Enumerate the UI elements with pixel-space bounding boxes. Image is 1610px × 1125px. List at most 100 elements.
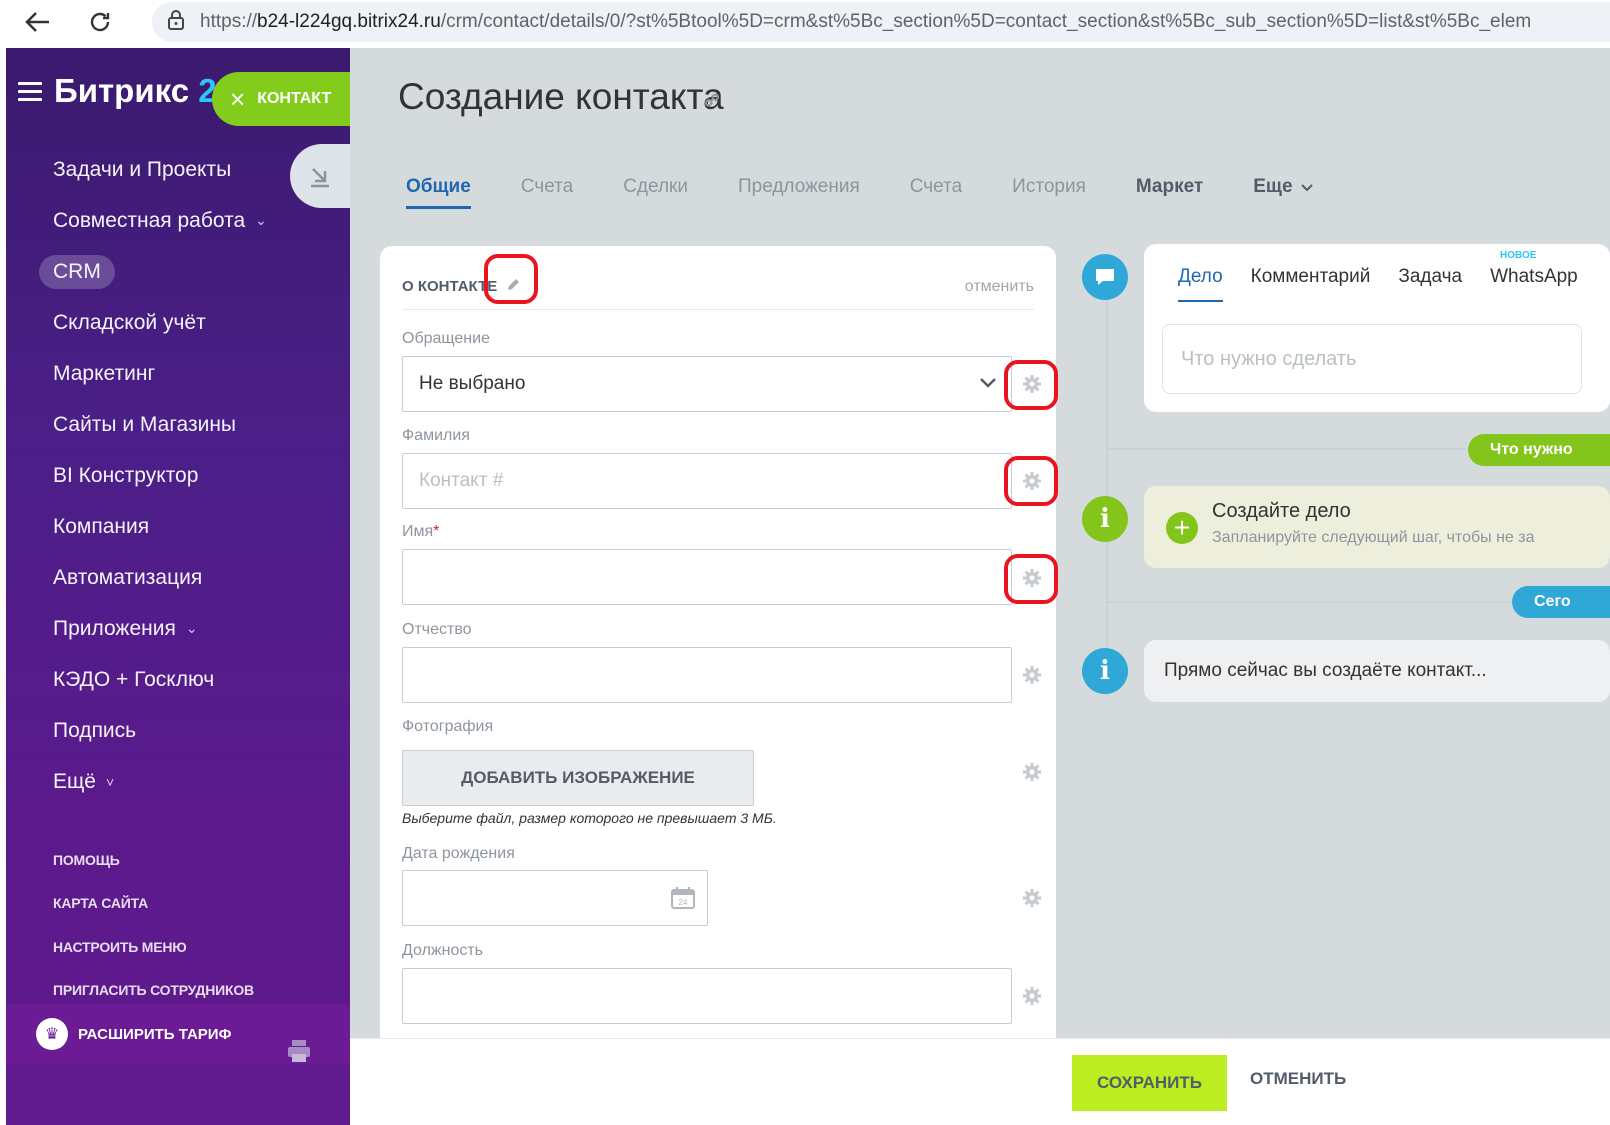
sidebar-item-label: BI Конструктор xyxy=(53,463,199,487)
file-size-hint: Выберите файл, размер которого не превыш… xyxy=(402,810,777,826)
activity-editor: Дело Комментарий Задача WhatsApp НОВОЕ Что … xyxy=(1144,244,1610,412)
create-todo-card[interactable]: + Создайте дело Запланируйте следующий ш… xyxy=(1144,486,1610,568)
calendar-icon[interactable]: 24 xyxy=(671,887,695,914)
detail-tab[interactable]: Счета xyxy=(521,176,573,209)
first-name-input[interactable] xyxy=(402,549,1012,605)
contact-slider-tab[interactable]: × КОНТАКТ xyxy=(212,72,358,126)
browser-toolbar: https://b24-l224gq.bitrix24.ru/crm/conta… xyxy=(0,0,1610,44)
position-input[interactable] xyxy=(402,968,1012,1024)
activity-tab[interactable]: Задача xyxy=(1398,266,1462,302)
sidebar-secondary-link[interactable]: НАСТРОИТЬ МЕНЮ xyxy=(53,925,254,969)
todo-subtitle: Запланируйте следующий шаг, чтобы не за xyxy=(1212,529,1535,546)
middle-name-label: Отчество xyxy=(402,621,472,638)
detail-tab[interactable]: Счета xyxy=(910,176,962,209)
todo-stage-badge: Что нужно xyxy=(1468,434,1610,466)
last-name-input[interactable]: Контакт # xyxy=(402,453,1012,509)
sidebar-item-label: Задачи и Проекты xyxy=(53,157,232,181)
sidebar-secondary-link[interactable]: КАРТА САЙТА xyxy=(53,882,254,926)
detail-tab[interactable]: Маркет xyxy=(1136,176,1203,209)
back-arrow-icon[interactable] xyxy=(18,2,58,42)
highlight-ring xyxy=(484,254,538,304)
detail-tab[interactable]: Сделки xyxy=(623,176,688,209)
chevron-down-icon xyxy=(1300,180,1313,195)
sidebar-item[interactable]: КЭДО + Госключ xyxy=(6,654,350,705)
plus-icon[interactable]: + xyxy=(1166,512,1198,544)
timeline-line xyxy=(1106,276,1108,696)
birthdate-input[interactable]: 24 xyxy=(402,870,708,926)
url-text: https://b24-l224gq.bitrix24.ru/crm/conta… xyxy=(200,11,1532,32)
detail-tab[interactable]: Общие xyxy=(406,176,471,209)
contact-form-card: О КОНТАКТЕ отменить Обращение Не выбрано… xyxy=(380,246,1058,1046)
activity-tab[interactable]: Дело xyxy=(1178,266,1223,302)
todo-input[interactable]: Что нужно сделать xyxy=(1162,324,1582,394)
crown-icon: ♛ xyxy=(36,1018,68,1050)
activity-tab[interactable]: Комментарий xyxy=(1251,266,1371,302)
photo-label: Фотография xyxy=(402,718,494,735)
sidebar-item[interactable]: Складской учёт xyxy=(6,297,350,348)
left-sidebar: Битрикс 2 × КОНТАКТ Задачи и Проекты Совм… xyxy=(6,48,358,1125)
svg-text:24: 24 xyxy=(679,898,688,907)
sidebar-item[interactable]: Задачи и Проекты xyxy=(6,144,350,195)
sidebar-item-label: Совместная работа xyxy=(53,208,246,232)
cancel-button[interactable]: ОТМЕНИТЬ xyxy=(1250,1069,1346,1089)
gear-icon[interactable] xyxy=(1022,986,1042,1006)
highlight-ring xyxy=(1004,456,1058,506)
logo[interactable]: Битрикс 2 xyxy=(54,72,217,110)
sidebar-item[interactable]: Маркетинг xyxy=(6,348,350,399)
section-cancel-link[interactable]: отменить xyxy=(965,278,1034,296)
address-bar[interactable]: https://b24-l224gq.bitrix24.ru/crm/conta… xyxy=(152,2,1610,42)
sidebar-item[interactable]: BI Конструктор xyxy=(6,450,350,501)
sidebar-item-label: Ещё xyxy=(53,769,96,793)
gear-icon[interactable] xyxy=(1022,665,1042,685)
chevron-down-icon xyxy=(979,373,997,395)
comment-bubble-icon xyxy=(1082,254,1128,300)
site-info-icon[interactable] xyxy=(166,9,186,36)
info-icon: i xyxy=(1082,648,1128,694)
info-icon: i xyxy=(1082,496,1128,542)
sidebar-item[interactable]: Автоматизация xyxy=(6,552,350,603)
birthdate-label: Дата рождения xyxy=(402,845,515,862)
detail-tab[interactable]: Еще xyxy=(1253,176,1313,209)
link-icon[interactable] xyxy=(702,90,722,115)
sidebar-item[interactable]: Приложения ⌄ xyxy=(6,603,350,654)
main-area: Создание контакта Общие Счета Сделки Предло… xyxy=(350,48,1610,1046)
sidebar-item-label: Приложения xyxy=(53,616,176,640)
sidebar-item[interactable]: CRM xyxy=(6,246,350,297)
sidebar-item[interactable]: Ещё ˅ xyxy=(6,756,350,807)
close-icon[interactable]: × xyxy=(230,86,245,112)
sidebar-item[interactable]: Сайты и Магазины xyxy=(6,399,350,450)
gear-icon[interactable] xyxy=(1022,888,1042,908)
gear-icon[interactable] xyxy=(1022,762,1042,782)
chevron-down-icon: ⌄ xyxy=(255,212,267,228)
last-name-label: Фамилия xyxy=(402,427,470,444)
detail-tab[interactable]: Предложения xyxy=(738,176,860,209)
printer-icon[interactable] xyxy=(286,1038,312,1069)
first-name-label: Имя* xyxy=(402,523,440,540)
sidebar-item-label: Подпись xyxy=(53,718,137,742)
highlight-ring xyxy=(1004,554,1058,604)
highlight-ring xyxy=(1004,360,1058,410)
save-button[interactable]: СОХРАНИТЬ xyxy=(1072,1055,1227,1111)
sidebar-item[interactable]: Компания xyxy=(6,501,350,552)
chevron-down-icon: ⌄ xyxy=(185,620,198,636)
sidebar-item-label: Складской учёт xyxy=(53,310,206,334)
detail-tab[interactable]: История xyxy=(1012,176,1086,209)
reload-icon[interactable] xyxy=(80,2,120,42)
sidebar-item[interactable]: Подпись xyxy=(6,705,350,756)
salutation-label: Обращение xyxy=(402,330,490,347)
sidebar-item[interactable]: Совместная работа ⌄ xyxy=(6,195,350,246)
new-badge: НОВОЕ xyxy=(1500,250,1537,261)
menu-burger-icon[interactable] xyxy=(18,82,42,102)
add-image-button[interactable]: ДОБАВИТЬ ИЗОБРАЖЕНИЕ xyxy=(402,750,754,806)
detail-tabs: Общие Счета Сделки Предложения Счета История М… xyxy=(406,176,1363,209)
sidebar-item-label: Автоматизация xyxy=(53,565,203,589)
form-footer: СОХРАНИТЬ ОТМЕНИТЬ xyxy=(350,1038,1610,1125)
middle-name-input[interactable] xyxy=(402,647,1012,703)
activity-tab[interactable]: WhatsApp xyxy=(1490,266,1578,302)
page-title: Создание контакта xyxy=(398,76,724,117)
activity-tabs: Дело Комментарий Задача WhatsApp xyxy=(1178,266,1606,302)
sidebar-secondary-link[interactable]: ПОМОЩЬ xyxy=(53,838,254,882)
position-label: Должность xyxy=(402,942,483,959)
salutation-select[interactable]: Не выбрано xyxy=(402,356,1012,412)
secondary-links: ПОМОЩЬ КАРТА САЙТА НАСТРОИТЬ МЕНЮ ПРИГЛАСИТ… xyxy=(53,838,254,1012)
